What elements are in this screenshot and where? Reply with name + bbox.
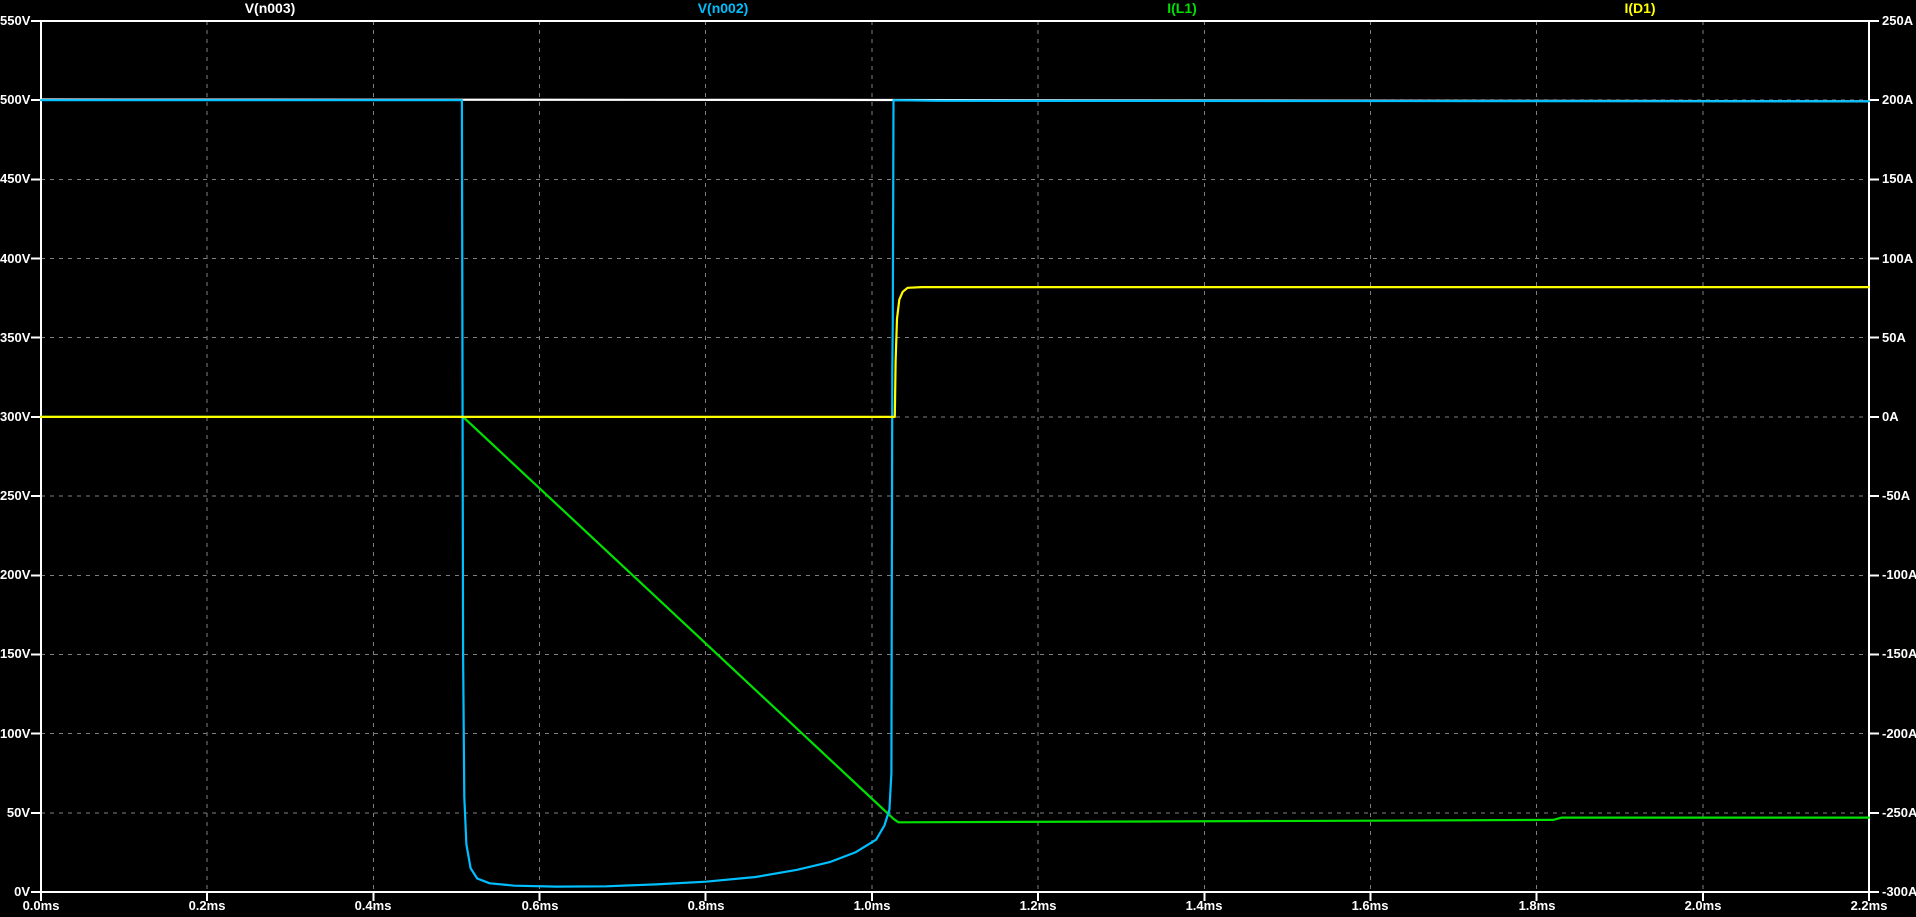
y-right-tick-label: -100A	[1882, 567, 1916, 582]
y-right-tick-label: 50A	[1882, 330, 1906, 345]
y-left-tick-label: 150V	[0, 646, 31, 661]
y-left-tick-label: 550V	[0, 13, 31, 28]
y-left-tick-label: 450V	[0, 171, 31, 186]
y-right-tick-label: -150A	[1882, 646, 1916, 661]
x-tick-label: 1.0ms	[853, 898, 891, 913]
y-right-tick-label: 200A	[1882, 92, 1914, 107]
y-right-tick-label: 0A	[1882, 409, 1899, 424]
y-right-tick-label: 100A	[1882, 251, 1914, 266]
x-tick-label: 1.8ms	[1518, 898, 1556, 913]
x-tick-label: 0.0ms	[22, 898, 60, 913]
y-left-tick-label: 300V	[0, 409, 31, 424]
waveform-viewer: V(n003) V(n002) I(L1) I(D1) 550V 500V 450V 400…	[0, 0, 1916, 917]
trace-id1	[39, 286, 1871, 418]
y-right-tick-label: -250A	[1882, 805, 1916, 820]
trace-vn002	[39, 99, 1871, 888]
y-left-tick-label: 200V	[0, 567, 31, 582]
y-left-tick-label: 50V	[6, 805, 30, 820]
x-tick-label: 2.2ms	[1850, 898, 1888, 913]
x-tick-label: 0.8ms	[687, 898, 725, 913]
x-tick-label: 0.4ms	[354, 898, 392, 913]
y-left-tick-label: 400V	[0, 251, 31, 266]
y-left-tick-label: 500V	[0, 92, 31, 107]
y-right-tick-label: -50A	[1882, 488, 1911, 503]
y-left-tick-label: 350V	[0, 330, 31, 345]
plot-border	[40, 20, 1870, 893]
y-right-tick-label: -200A	[1882, 726, 1916, 741]
x-tick-label: 0.2ms	[188, 898, 226, 913]
x-tick-label: 0.6ms	[521, 898, 559, 913]
x-tick-label: 1.4ms	[1185, 898, 1223, 913]
y-left-tick-label: 250V	[0, 488, 31, 503]
x-tick-label: 2.0ms	[1684, 898, 1722, 913]
plot-area[interactable]	[0, 0, 1916, 917]
trace-il1	[39, 415, 1871, 824]
y-right-tick-label: 250A	[1882, 13, 1914, 28]
y-right-tick-label: 150A	[1882, 171, 1914, 186]
y-left-tick-label: 100V	[0, 726, 31, 741]
x-tick-label: 1.6ms	[1351, 898, 1389, 913]
x-tick-label: 1.2ms	[1019, 898, 1057, 913]
